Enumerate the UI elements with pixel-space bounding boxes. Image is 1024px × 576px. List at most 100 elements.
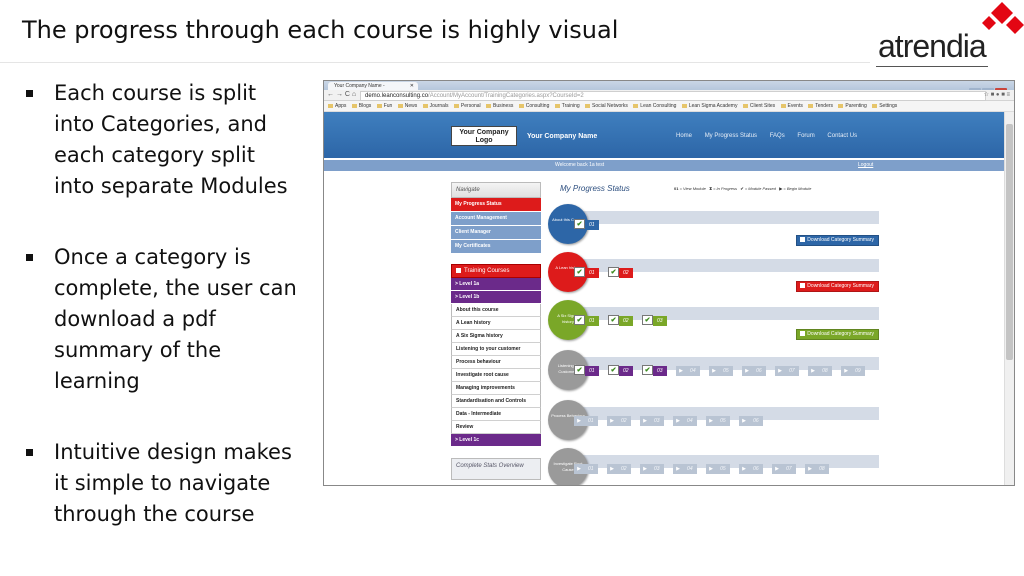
module-button[interactable]: ▶ 04 — [673, 457, 697, 474]
module-number: 03 — [650, 416, 664, 426]
module-button[interactable]: ▶ 06 — [739, 409, 763, 426]
browser-nav-buttons[interactable]: ← → C ⌂ — [327, 90, 356, 100]
sidebar-subitem[interactable]: A Six Sigma history — [451, 330, 541, 343]
module-button[interactable]: ✔ 01 — [574, 213, 599, 230]
legend-view: = View Module — [678, 186, 706, 191]
company-logo[interactable]: Your Company Logo — [451, 126, 517, 146]
bookmark-item[interactable]: Business — [486, 101, 513, 111]
company-logo-line1: Your Company — [459, 129, 509, 136]
bookmark-item[interactable]: Social Networks — [585, 101, 628, 111]
bookmark-item[interactable]: Apps — [328, 101, 346, 111]
module-button[interactable]: ✔ 01 — [574, 261, 599, 278]
module-button[interactable]: ▶ 04 — [676, 359, 700, 376]
check-icon: ✔ — [608, 315, 620, 325]
download-summary-button[interactable]: Download Category Summary — [796, 281, 879, 292]
category-row: Listening to Customers ✔ 01 ✔ 02 ✔ 03 ▶ 04 ▶… — [548, 350, 884, 394]
bookmark-item[interactable]: Blogs — [352, 101, 372, 111]
bookmark-item[interactable]: Lean Sigma Academy — [682, 101, 738, 111]
module-button[interactable]: ▶ 06 — [742, 359, 766, 376]
sidebar-item-account-management[interactable]: Account Management — [451, 212, 541, 226]
module-button[interactable]: ▶ 09 — [841, 359, 865, 376]
sidebar-level-1a[interactable]: > Level 1a — [451, 278, 541, 291]
sidebar-item-certificates[interactable]: My Certificates — [451, 240, 541, 254]
check-icon: ✔ — [574, 267, 585, 277]
close-tab-icon[interactable]: ✕ — [410, 82, 414, 90]
download-summary-button[interactable]: Download Category Summary — [796, 235, 879, 246]
sidebar-item-client-manager[interactable]: Client Manager — [451, 226, 541, 240]
scrollbar-thumb[interactable] — [1006, 124, 1013, 360]
module-button[interactable]: ▶ 07 — [772, 457, 796, 474]
sidebar-subitem[interactable]: Data - Intermediate — [451, 408, 541, 421]
module-button[interactable]: ▶ 05 — [706, 409, 730, 426]
extension-icons[interactable]: ☆ ■ ● ■ ≡ — [984, 91, 1010, 99]
bookmark-item[interactable]: Parenting — [838, 101, 866, 111]
sidebar-item-progress-status[interactable]: My Progress Status — [451, 198, 541, 212]
complete-stats-overview[interactable]: Complete Stats Overview — [451, 458, 541, 480]
play-icon: ▶ — [841, 366, 852, 376]
bookmark-item[interactable]: Client Sites — [743, 101, 775, 111]
bookmark-item[interactable]: Settings — [872, 101, 897, 111]
play-icon: ▶ — [607, 416, 618, 426]
page-scrollbar[interactable] — [1004, 112, 1014, 485]
sidebar-subitem[interactable]: Review — [451, 421, 541, 434]
module-number: 08 — [818, 366, 832, 376]
bookmark-item[interactable]: Personal — [454, 101, 481, 111]
bookmark-item[interactable]: Fun — [377, 101, 393, 111]
bullet-text: Each course is split into Categories, an… — [54, 81, 288, 198]
module-button[interactable]: ✔ 01 — [574, 309, 599, 326]
url-bar[interactable]: demo.leanconsulting.co/Account/MyAccount… — [360, 91, 986, 101]
nav-faqs[interactable]: FAQs — [770, 133, 785, 139]
sidebar-level-1c[interactable]: > Level 1c — [451, 434, 541, 447]
download-label: Download Category Summary — [807, 331, 874, 337]
download-icon — [800, 283, 806, 289]
sidebar-subitem[interactable]: Listening to your customer — [451, 343, 541, 356]
bookmark-item[interactable]: Journals — [423, 101, 449, 111]
download-summary-button[interactable]: Download Category Summary — [796, 329, 879, 340]
browser-tab[interactable]: Your Company Name - ✕ — [328, 82, 418, 90]
play-icon: ▶ — [808, 366, 819, 376]
module-button[interactable]: ▶ 01 — [574, 409, 598, 426]
module-button[interactable]: ✔ 03 — [642, 359, 667, 376]
bookmark-item[interactable]: Events — [781, 101, 803, 111]
window-controls — [968, 82, 1012, 95]
bookmark-item[interactable]: Tenders — [808, 101, 833, 111]
module-button[interactable]: ▶ 03 — [640, 457, 664, 474]
module-button[interactable]: ▶ 08 — [805, 457, 829, 474]
bullet-square-icon — [26, 90, 33, 97]
sidebar-subitem[interactable]: Managing improvements — [451, 382, 541, 395]
module-button[interactable]: ✔ 02 — [608, 261, 633, 278]
nav-home[interactable]: Home — [676, 133, 692, 139]
sidebar-subitem[interactable]: Process behaviour — [451, 356, 541, 369]
sidebar-subitem[interactable]: About this course — [451, 304, 541, 317]
module-button[interactable]: ▶ 04 — [673, 409, 697, 426]
sidebar-subitem[interactable]: Standardisation and Controls — [451, 395, 541, 408]
module-button[interactable]: ✔ 02 — [608, 309, 633, 326]
module-button[interactable]: ✔ 02 — [608, 359, 633, 376]
play-icon: ▶ — [775, 366, 786, 376]
module-button[interactable]: ▶ 03 — [640, 409, 664, 426]
module-button[interactable]: ▶ 02 — [607, 457, 631, 474]
nav-contact[interactable]: Contact Us — [827, 133, 857, 139]
module-button[interactable]: ▶ 01 — [574, 457, 598, 474]
module-button[interactable]: ▶ 08 — [808, 359, 832, 376]
bookmark-item[interactable]: News — [398, 101, 418, 111]
module-button[interactable]: ▶ 07 — [775, 359, 799, 376]
logout-link[interactable]: Logout — [858, 162, 873, 168]
module-button[interactable]: ✔ 01 — [574, 359, 599, 376]
bookmark-item[interactable]: Consulting — [519, 101, 550, 111]
module-button[interactable]: ▶ 05 — [709, 359, 733, 376]
nav-forum[interactable]: Forum — [797, 133, 814, 139]
sidebar-subitem[interactable]: A Lean history — [451, 317, 541, 330]
module-button[interactable]: ▶ 06 — [739, 457, 763, 474]
category-bar — [570, 211, 879, 224]
bookmark-item[interactable]: Lean Consulting — [633, 101, 676, 111]
check-icon: ✔ — [608, 365, 620, 375]
module-button[interactable]: ✔ 03 — [642, 309, 667, 326]
sidebar-level-1b[interactable]: > Level 1b — [451, 291, 541, 304]
bookmark-item[interactable]: Training — [555, 101, 580, 111]
nav-progress-status[interactable]: My Progress Status — [705, 133, 757, 139]
sidebar-subitem[interactable]: Investigate root cause — [451, 369, 541, 382]
slide-title: The progress through each course is high… — [22, 16, 619, 44]
module-button[interactable]: ▶ 05 — [706, 457, 730, 474]
module-button[interactable]: ▶ 02 — [607, 409, 631, 426]
